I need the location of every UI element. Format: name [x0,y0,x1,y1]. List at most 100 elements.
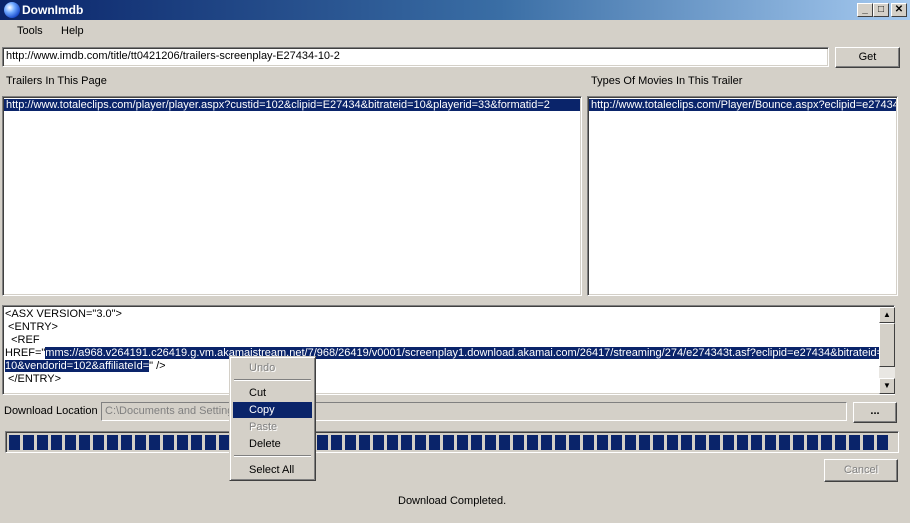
progress-block [583,435,594,450]
download-location-field[interactable]: C:\Documents and Settings [101,402,847,421]
progress-block [107,435,118,450]
progress-block [667,435,678,450]
progress-block [485,435,496,450]
progress-block [695,435,706,450]
progress-block [751,435,762,450]
asx-textarea[interactable]: <ASX VERSION="3.0"> <ENTRY> <REF HREF="m… [2,305,895,395]
trailers-label: Trailers In This Page [6,75,107,87]
progress-block [569,435,580,450]
asx-ref-close: " /> [149,360,166,372]
progress-block [849,435,860,450]
progress-block [877,435,888,450]
progress-block [65,435,76,450]
progress-block [737,435,748,450]
progress-block [611,435,622,450]
menu-item-cut[interactable]: Cut [233,385,312,401]
maximize-button[interactable]: □ [873,3,889,17]
progress-block [93,435,104,450]
progress-block [23,435,34,450]
status-text: Download Completed. [398,495,507,507]
progress-block [149,435,160,450]
progress-block [765,435,776,450]
asx-line: <ENTRY> [5,321,58,333]
progress-block [457,435,468,450]
progress-block [135,435,146,450]
progress-block [499,435,510,450]
progress-block [807,435,818,450]
progress-block [429,435,440,450]
progress-block [723,435,734,450]
url-input-value: http://www.imdb.com/title/tt0421206/trai… [6,50,340,62]
app-globe-icon[interactable] [4,2,20,18]
menu-item-paste[interactable]: Paste [233,419,312,435]
trailers-list[interactable]: http://www.totaleclips.com/player/player… [2,96,582,296]
progress-block [163,435,174,450]
progress-fill [6,432,898,452]
scroll-down-arrow-icon[interactable]: ▼ [879,378,895,394]
progress-block [9,435,20,450]
menu-help[interactable]: Help [61,25,84,37]
menu-tools[interactable]: Tools [17,25,43,37]
progress-block [443,435,454,450]
scrollbar-thumb[interactable] [879,323,895,367]
progress-block [51,435,62,450]
asx-scrollbar[interactable]: ▲ ▼ [879,307,895,394]
progress-block [625,435,636,450]
progress-block [513,435,524,450]
menu-item-copy[interactable]: Copy [233,402,312,418]
progress-block [79,435,90,450]
cancel-button[interactable]: Cancel [824,459,898,482]
types-label: Types Of Movies In This Trailer [591,75,743,87]
progress-block [471,435,482,450]
list-item[interactable]: http://www.totaleclips.com/player/player… [4,99,580,111]
progress-block [205,435,216,450]
asx-href-prefix: HREF=" [5,347,46,359]
asx-line: </ENTRY> [5,373,62,385]
menu-separator [234,455,311,457]
progress-block [835,435,846,450]
progress-block [597,435,608,450]
list-item[interactable]: http://www.totaleclips.com/Player/Bounce… [589,99,896,111]
scroll-up-arrow-icon[interactable]: ▲ [879,307,895,323]
progress-block [541,435,552,450]
asx-selected-text: mms://a968.v264191.c26419.g.vm.akamaistr… [45,347,884,359]
progress-block [709,435,720,450]
progress-block [331,435,342,450]
asx-selected-text: 10&vendorid=102&affiliateId= [5,360,150,372]
progress-block [317,435,328,450]
download-location-label: Download Location [4,405,98,417]
menu-item-delete[interactable]: Delete [233,436,312,452]
progress-block [863,435,874,450]
progress-block [415,435,426,450]
url-input[interactable]: http://www.imdb.com/title/tt0421206/trai… [2,47,829,67]
progress-block [191,435,202,450]
minimize-button[interactable]: _ [857,3,873,17]
progress-block [555,435,566,450]
progress-block [373,435,384,450]
menu-item-undo[interactable]: Undo [233,360,312,376]
download-progress-bar [5,431,899,453]
progress-block [401,435,412,450]
asx-line: <REF [5,334,40,346]
progress-block [653,435,664,450]
close-button[interactable]: ✕ [891,3,907,17]
progress-block [177,435,188,450]
download-location-value: C:\Documents and Settings [105,405,239,417]
progress-block [793,435,804,450]
progress-block [779,435,790,450]
progress-block [345,435,356,450]
menu-separator [234,379,311,381]
progress-block [527,435,538,450]
progress-block [359,435,370,450]
asx-line: <ASX VERSION="3.0"> [5,308,122,320]
progress-block [37,435,48,450]
menu-item-select-all[interactable]: Select All [233,462,312,478]
title-bar[interactable]: DownImdb _ □ ✕ [0,0,910,20]
progress-block [387,435,398,450]
context-menu: Undo Cut Copy Paste Delete Select All [229,356,316,481]
types-list[interactable]: http://www.totaleclips.com/Player/Bounce… [587,96,898,296]
progress-block [821,435,832,450]
browse-button[interactable]: ... [853,402,897,423]
get-button[interactable]: Get [835,47,900,68]
progress-block [639,435,650,450]
